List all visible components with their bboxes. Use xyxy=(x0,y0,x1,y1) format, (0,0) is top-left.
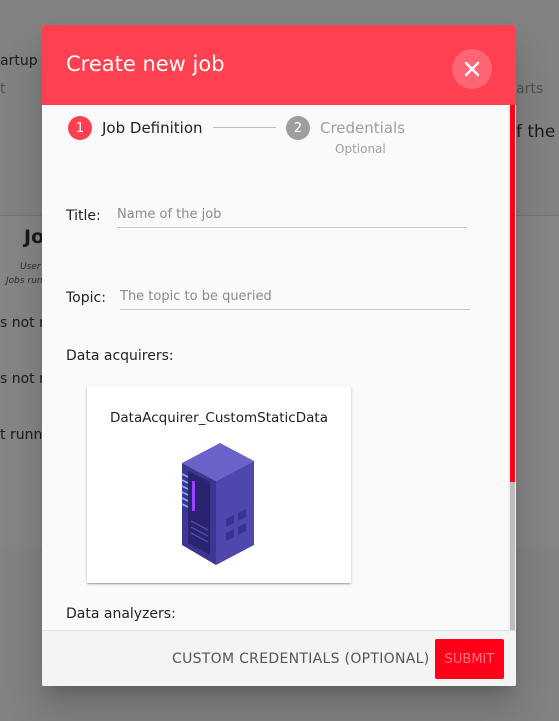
create-job-dialog: Create new job 1 Job Definition 2 Creden… xyxy=(42,25,516,686)
data-acquirers-label: Data acquirers: xyxy=(66,348,174,364)
scrollbar-track[interactable] xyxy=(510,482,515,630)
acquirer-card-title: DataAcquirer_CustomStaticData xyxy=(110,410,328,426)
close-icon xyxy=(464,61,480,77)
title-input[interactable] xyxy=(117,202,467,228)
dialog-header: Create new job xyxy=(42,25,516,105)
dialog-title: Create new job xyxy=(66,52,225,76)
close-button[interactable] xyxy=(452,49,492,89)
dialog-scrollbar[interactable] xyxy=(508,105,516,630)
topic-label: Topic: xyxy=(66,290,106,306)
custom-credentials-button[interactable]: CUSTOM CREDENTIALS (OPTIONAL) xyxy=(164,643,438,675)
title-label: Title: xyxy=(66,208,101,224)
acquirer-card[interactable]: DataAcquirer_CustomStaticData xyxy=(87,386,351,583)
data-analyzers-label: Data analyzers: xyxy=(66,606,176,622)
step-1-badge[interactable]: 1 xyxy=(68,116,92,140)
step-2-label[interactable]: Credentials xyxy=(320,119,405,137)
dialog-content[interactable]: 1 Job Definition 2 Credentials Optional … xyxy=(42,105,508,630)
scrollbar-thumb[interactable] xyxy=(510,105,515,482)
step-2-optional-hint: Optional xyxy=(335,142,386,156)
step-connector xyxy=(213,127,276,128)
submit-button[interactable]: SUBMIT xyxy=(435,639,504,679)
server-icon xyxy=(181,443,254,565)
step-2-badge[interactable]: 2 xyxy=(286,116,310,140)
dialog-footer: CUSTOM CREDENTIALS (OPTIONAL) SUBMIT xyxy=(42,630,516,686)
topic-input[interactable] xyxy=(120,284,470,310)
step-1-label[interactable]: Job Definition xyxy=(102,119,203,137)
